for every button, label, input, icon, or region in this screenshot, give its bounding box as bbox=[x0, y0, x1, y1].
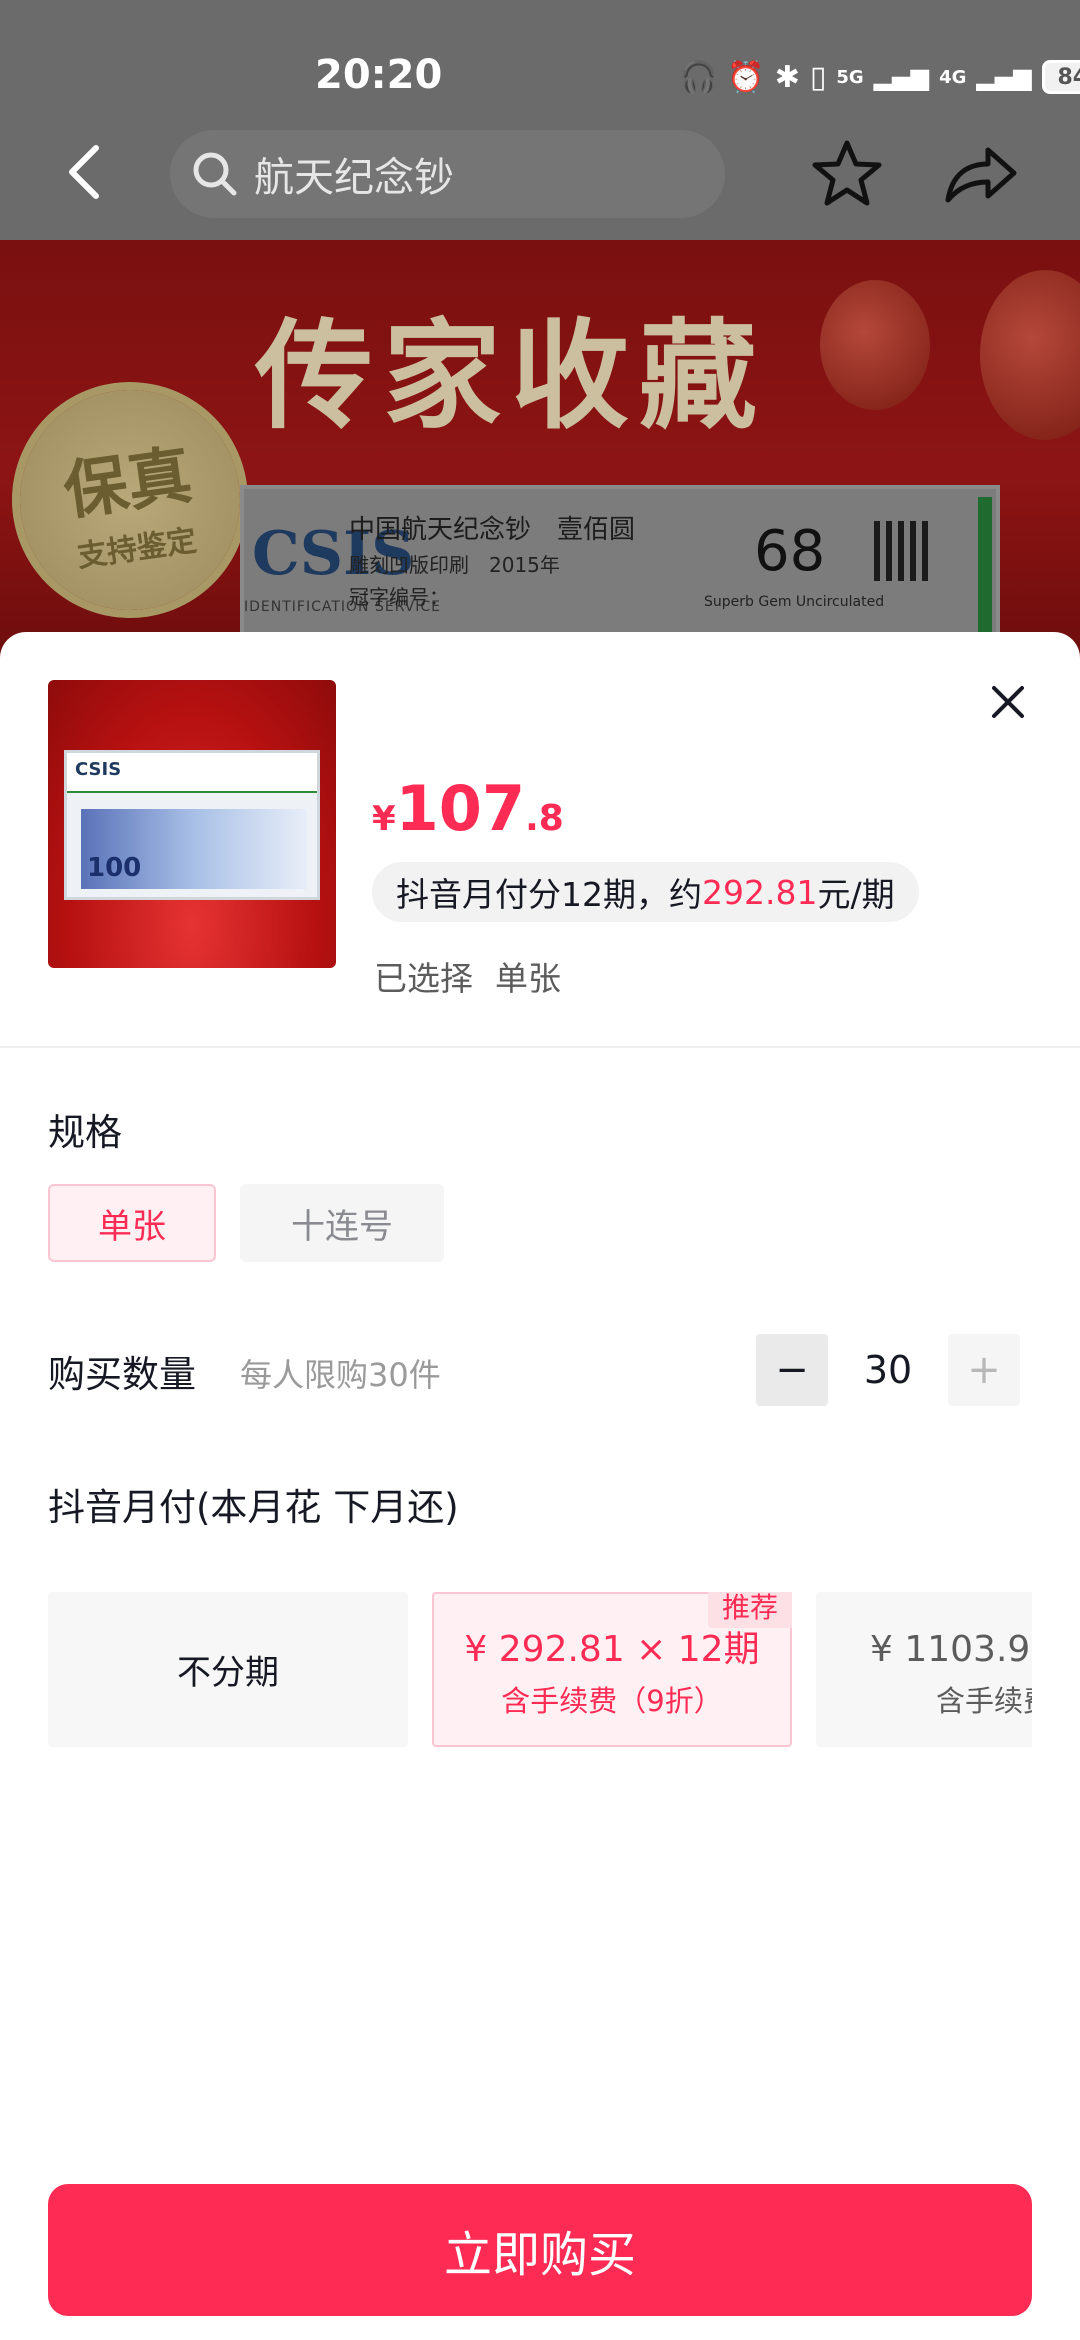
favorite-button[interactable] bbox=[812, 138, 882, 208]
installment-suffix: 元/期 bbox=[817, 875, 895, 914]
screen: 传家收藏 保真 支持鉴定 CSIS IDENTIFICATION SERVICE… bbox=[0, 0, 1080, 2340]
recommended-badge: 推荐 bbox=[708, 1592, 792, 1628]
share-arrow-icon bbox=[945, 147, 1017, 203]
spec-option-ten-consecutive[interactable]: 十连号 bbox=[240, 1184, 444, 1262]
banner-title: 传家收藏 bbox=[255, 306, 768, 445]
buy-now-button[interactable]: 立即购买 bbox=[48, 2184, 1032, 2316]
search-input[interactable]: 航天纪念钞 bbox=[170, 130, 725, 218]
payment-title: 抖音月付(本月花 下月还) bbox=[48, 1486, 459, 1529]
quantity-value[interactable]: 30 bbox=[840, 1334, 936, 1406]
qr-code-icon bbox=[874, 521, 934, 581]
sku-selection-sheet: CSIS 100 ¥ 107 .8 抖音月付分12期，约 292.81 元/期 … bbox=[0, 632, 1080, 2340]
price-decimal: .8 bbox=[525, 798, 564, 839]
selected-sku: 已选择 单张 bbox=[374, 952, 561, 1000]
signal-bars-icon: ▂▄▆ bbox=[873, 63, 930, 91]
installment-prefix: 抖音月付分12期，约 bbox=[396, 875, 702, 914]
spec-title: 规格 bbox=[48, 1111, 122, 1154]
cert-serial-label: 冠字编号： bbox=[349, 585, 449, 609]
back-button[interactable] bbox=[60, 140, 116, 204]
divider bbox=[0, 1046, 1080, 1048]
signal-bars-icon: ▂▄▆ bbox=[976, 63, 1032, 91]
selected-label: 已选择 bbox=[374, 959, 473, 998]
spec-option-single[interactable]: 单张 bbox=[48, 1184, 216, 1262]
headphones-icon: 🎧 bbox=[680, 59, 718, 95]
alarm-icon: ⏰ bbox=[727, 59, 765, 95]
share-button[interactable] bbox=[942, 140, 1020, 206]
product-thumbnail: CSIS 100 bbox=[48, 680, 336, 968]
plan-fee-note: 含手续费 bbox=[936, 1683, 1032, 1718]
thumbnail-logo: CSIS bbox=[75, 759, 122, 780]
quantity-label: 购买数量 bbox=[48, 1353, 196, 1396]
seal-line1: 保真 bbox=[59, 438, 197, 530]
quantity-limit: 每人限购30件 bbox=[240, 1356, 441, 1394]
close-button[interactable] bbox=[988, 682, 1028, 722]
price-integer: 107 bbox=[395, 772, 526, 845]
close-icon bbox=[992, 686, 1024, 718]
vibrate-icon: ▯ bbox=[809, 59, 827, 95]
signal-4g-icon: 4G bbox=[939, 66, 967, 88]
status-time: 20:20 bbox=[315, 52, 443, 98]
cert-name: 中国航天纪念钞 壹佰圆 bbox=[349, 515, 636, 545]
quantity-increase-button[interactable]: + bbox=[948, 1334, 1020, 1406]
lantern-decoration bbox=[980, 270, 1080, 440]
quantity-decrease-button[interactable]: − bbox=[756, 1334, 828, 1406]
bluetooth-icon: ✱ bbox=[774, 59, 800, 95]
cert-print-info: 雕刻凹版印刷 2015年 bbox=[349, 553, 560, 577]
plan-no-installment[interactable]: 不分期 bbox=[48, 1592, 408, 1747]
plan-amount: ¥ 1103.90 × 3期 bbox=[870, 1628, 1032, 1670]
thumbnail-value: 100 bbox=[87, 853, 142, 883]
price-currency: ¥ bbox=[372, 799, 396, 839]
price: ¥ 107 .8 bbox=[372, 772, 564, 845]
chevron-left-icon bbox=[69, 145, 99, 199]
search-query: 航天纪念钞 bbox=[254, 155, 454, 201]
cert-grade: 68 bbox=[754, 519, 826, 584]
plan-3-installments[interactable]: ¥ 1103.90 × 3期 含手续费 bbox=[816, 1592, 1032, 1747]
thumbnail-label-strip: CSIS bbox=[67, 753, 317, 793]
installment-plan-list[interactable]: 不分期 ¥ 292.81 × 12期 含手续费（9折） 推荐 ¥ 1103.90… bbox=[48, 1592, 1032, 1752]
search-icon bbox=[193, 152, 237, 196]
thumbnail-banknote: CSIS 100 bbox=[64, 750, 320, 900]
signal-5g-icon: 5G bbox=[836, 66, 864, 88]
star-icon bbox=[812, 140, 882, 206]
installment-info: 抖音月付分12期，约 292.81 元/期 bbox=[372, 862, 919, 922]
selected-value: 单张 bbox=[495, 959, 561, 998]
lantern-decoration bbox=[820, 280, 930, 410]
product-banner-image: 传家收藏 保真 支持鉴定 CSIS IDENTIFICATION SERVICE… bbox=[0, 240, 1080, 660]
battery-icon: 84 bbox=[1041, 60, 1080, 94]
cert-grade-description: Superb Gem Uncirculated bbox=[704, 594, 885, 610]
status-icons: 🎧 ⏰ ✱ ▯ 5G ▂▄▆ 4G ▂▄▆ 84 bbox=[680, 55, 1080, 99]
plan-fee-note: 含手续费（9折） bbox=[501, 1683, 723, 1718]
plan-label: 不分期 bbox=[177, 1653, 279, 1693]
authentic-seal: 保真 支持鉴定 bbox=[5, 375, 255, 625]
installment-amount: 292.81 bbox=[702, 872, 818, 912]
